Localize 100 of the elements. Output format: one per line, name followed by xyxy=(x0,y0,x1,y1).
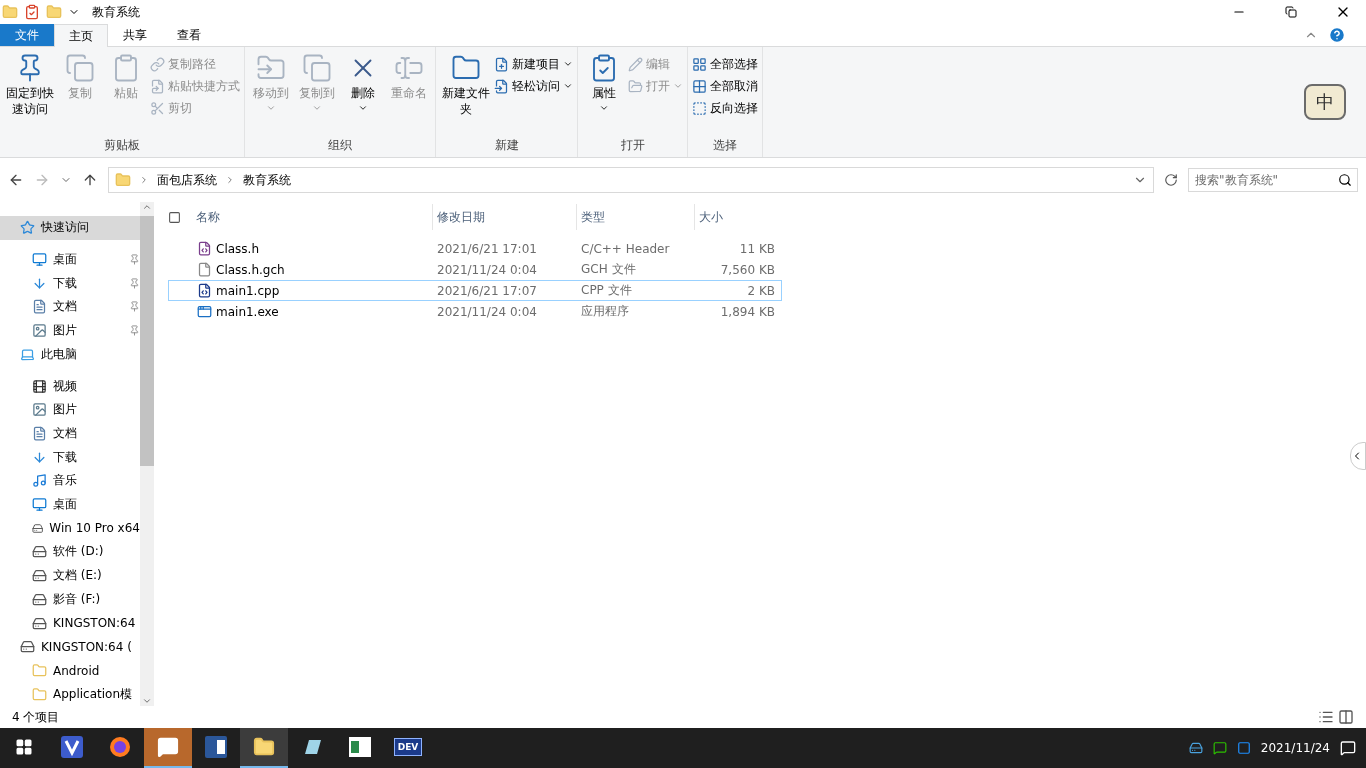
breadcrumb[interactable]: 教育系统 xyxy=(243,171,291,189)
ribbon-button[interactable]: 删除 xyxy=(341,51,385,137)
scrollbar[interactable] xyxy=(140,202,154,706)
sidebar-item[interactable]: 下载 xyxy=(0,271,140,296)
desktop-icon xyxy=(32,252,47,268)
sidebar-item[interactable]: KINGSTON:64 ( xyxy=(0,634,140,659)
sidebar-item[interactable]: 文档 xyxy=(0,295,140,319)
table-cell-text: 2021/11/24 0:04 xyxy=(436,304,538,319)
breadcrumb[interactable]: 面包店系统 xyxy=(157,171,217,189)
restore-icon[interactable] xyxy=(1285,6,1297,18)
sidebar-item[interactable]: Win 10 Pro x64 xyxy=(0,516,140,541)
ribbon-button[interactable]: 属性 xyxy=(582,51,626,137)
column-header[interactable]: 类型 xyxy=(576,204,694,230)
table-cell: Class.h xyxy=(193,241,433,256)
taskbar-app[interactable]: DEV xyxy=(384,728,432,768)
properties-icon[interactable] xyxy=(24,4,40,20)
file-row[interactable]: Class.h.gch 2021/11/24 0:04 GCH 文件 7,560 KB xyxy=(168,259,782,280)
start-icon[interactable] xyxy=(15,738,33,756)
ribbon-button[interactable]: 反向选择 xyxy=(692,99,758,117)
item-count: 4 个项目 xyxy=(12,708,60,726)
chat-icon xyxy=(157,736,179,758)
drive-icon xyxy=(32,544,47,560)
sidebar-item[interactable]: 快速访问 xyxy=(0,216,140,240)
column-header[interactable]: 名称 xyxy=(192,204,432,230)
ribbon-button[interactable]: 全部取消 xyxy=(692,77,758,95)
table-cell: main1.cpp xyxy=(193,283,433,298)
word-icon xyxy=(205,736,227,758)
chevron-icon xyxy=(139,175,149,185)
star-icon xyxy=(20,220,35,236)
new-item-icon xyxy=(494,56,509,72)
group-label: 打开 xyxy=(619,137,646,154)
ribbon-button[interactable]: 新建项目 xyxy=(494,55,573,73)
sidebar-item[interactable]: KINGSTON:64 xyxy=(0,611,140,635)
cpp-file-icon xyxy=(197,283,212,298)
scroll-up-icon[interactable] xyxy=(142,202,152,212)
sidebar-item[interactable]: Android xyxy=(0,658,140,683)
details-view-icon[interactable] xyxy=(1318,709,1334,725)
input-method-badge: 中 xyxy=(1304,84,1346,120)
desktop-icon xyxy=(32,497,47,513)
sidebar-item[interactable]: 图片 xyxy=(0,318,140,343)
help-icon[interactable] xyxy=(1328,26,1346,44)
up-icon[interactable] xyxy=(82,172,98,188)
back-icon[interactable] xyxy=(8,172,24,188)
folder-icon xyxy=(253,736,275,758)
select-none-icon xyxy=(692,78,707,94)
table-cell-text: CPP 文件 xyxy=(580,282,633,299)
select-all-checkbox[interactable] xyxy=(168,210,181,224)
picture-icon xyxy=(32,323,47,339)
table-cell-text: C/C++ Header xyxy=(580,241,671,256)
date-text: 2021/11/24 xyxy=(1260,741,1330,755)
sidebar-item[interactable]: 文档 (E:) xyxy=(0,563,140,588)
drive-icon xyxy=(32,615,47,631)
sidebar-item[interactable]: 此电脑 xyxy=(0,342,140,367)
sidebar-item[interactable]: 图片 xyxy=(0,397,140,422)
table-cell-text: GCH 文件 xyxy=(580,261,637,278)
ribbon-button[interactable]: 全部选择 xyxy=(692,55,758,73)
ribbon-button[interactable]: 新建文件夹 xyxy=(440,51,492,137)
copy-icon xyxy=(302,53,332,83)
ribbon-button[interactable]: 轻松访问 xyxy=(494,77,573,95)
invert-selection-icon xyxy=(692,100,707,116)
scroll-down-icon[interactable] xyxy=(142,696,152,706)
edit-icon xyxy=(628,56,643,72)
drive-icon xyxy=(32,591,47,607)
caret-icon xyxy=(563,59,573,69)
sidebar-item[interactable]: 软件 (D:) xyxy=(0,540,140,564)
tray-icon[interactable] xyxy=(1188,741,1203,755)
header-file-icon xyxy=(197,241,212,256)
sidebar-item[interactable]: 音乐 xyxy=(0,469,140,493)
address-bar[interactable]: 面包店系统 教育系统 xyxy=(108,167,1154,193)
ribbon-button[interactable]: 固定到快速访问 xyxy=(4,51,56,137)
ribbon-tab[interactable]: 文件 xyxy=(0,24,54,46)
cut-icon xyxy=(150,100,165,116)
notifications-icon[interactable] xyxy=(1340,740,1356,756)
sidebar-item[interactable]: 桌面 xyxy=(0,247,140,272)
file-row[interactable]: main1.exe 2021/11/24 0:04 应用程序 1,894 KB xyxy=(168,301,782,322)
sidebar-item[interactable]: 桌面 xyxy=(0,492,140,517)
computer-icon xyxy=(20,346,35,362)
select-all-icon xyxy=(692,56,707,72)
path-icon xyxy=(150,56,165,72)
sidebar-item[interactable]: 影音 (F:) xyxy=(0,587,140,612)
ribbon-tab[interactable]: 主页 xyxy=(54,24,108,47)
table-cell-text: 应用程序 xyxy=(580,303,630,320)
taskbar-app[interactable] xyxy=(240,728,288,768)
folder-icon xyxy=(32,663,47,678)
chevron-icon xyxy=(225,175,235,185)
column-header[interactable]: 大小 xyxy=(694,204,774,230)
sidebar-item[interactable]: 文档 xyxy=(0,421,140,446)
tiles-view-icon[interactable] xyxy=(1338,709,1354,725)
side-panel-handle[interactable] xyxy=(1350,442,1366,470)
program-icon xyxy=(197,304,212,319)
chat-tray-icon[interactable] xyxy=(1212,741,1227,755)
search-field[interactable]: 搜索"教育系统" xyxy=(1188,168,1358,192)
refresh-icon[interactable] xyxy=(1164,173,1178,187)
file-row[interactable]: main1.cpp 2021/6/21 17:07 CPP 文件 2 KB xyxy=(168,280,782,301)
sidebar-item[interactable]: 视频 xyxy=(0,374,140,398)
column-header[interactable]: 修改日期 xyxy=(432,204,576,230)
sidebar-item[interactable]: Application模 xyxy=(0,682,140,706)
table-cell: main1.exe xyxy=(193,304,433,319)
sidebar-item[interactable]: 下载 xyxy=(0,445,140,470)
file-row[interactable]: Class.h 2021/6/21 17:01 C/C++ Header 11 KB xyxy=(168,238,782,259)
